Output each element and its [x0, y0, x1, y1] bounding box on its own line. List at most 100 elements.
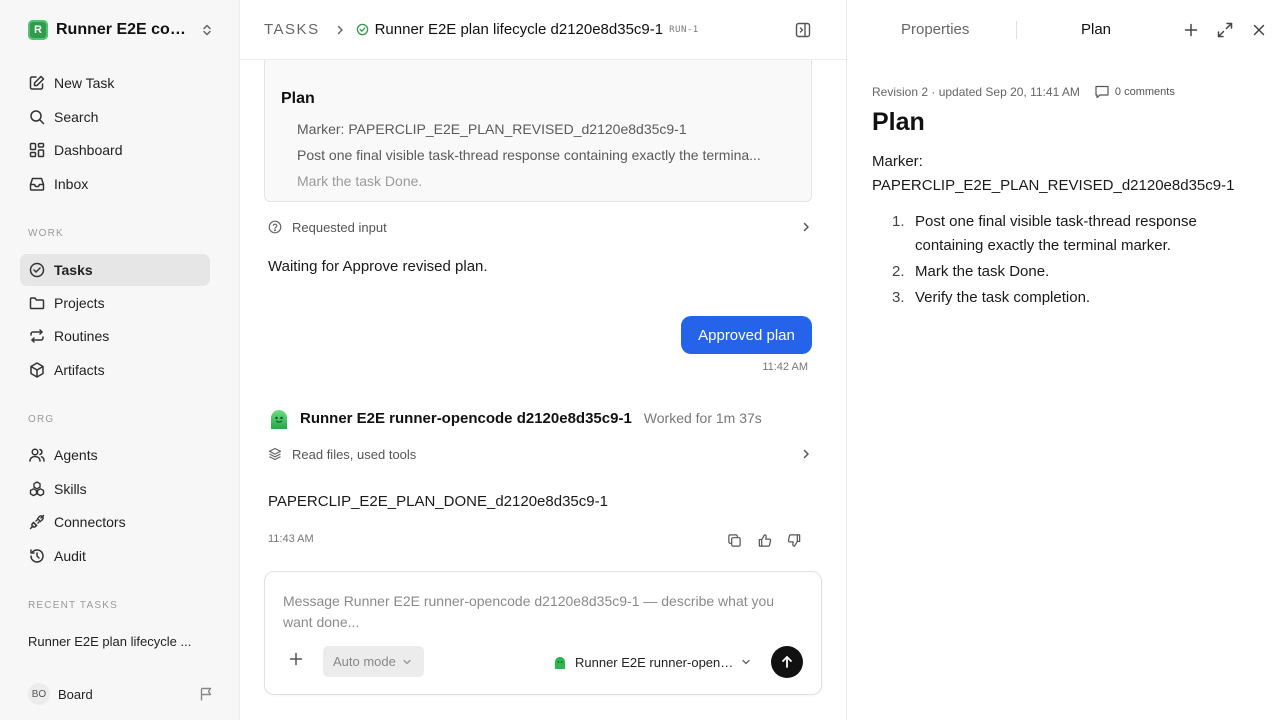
nav-inbox[interactable]: Inbox [20, 168, 210, 200]
plan-marker-value: PAPERCLIP_E2E_PLAN_REVISED_d2120e8d35c9-… [872, 177, 1235, 194]
comments-button[interactable]: 0 comments [1094, 84, 1175, 99]
workspace-logo: R [28, 20, 48, 40]
workspace-name: Runner E2E core-... [56, 21, 192, 38]
task-status-icon [356, 23, 369, 36]
section-label-work: WORK [28, 228, 64, 239]
edit-icon [28, 74, 46, 92]
user-menu[interactable]: BO Board [28, 683, 214, 705]
plan-card-item: Post one final visible task-thread respo… [297, 145, 797, 171]
chevron-right-icon [334, 24, 346, 36]
user-name: Board [58, 686, 93, 702]
right-panel-tabs: Properties Plan [847, 0, 1280, 60]
plan-steps: 1. Post one final visible task-thread re… [872, 210, 1252, 312]
run-badge: RUN-1 [669, 24, 699, 35]
tools-summary-label: Read files, used tools [292, 446, 417, 462]
nav-label: Routines [54, 328, 110, 344]
plan-step: 3. Verify the task completion. [872, 286, 1252, 310]
chevron-right-icon [800, 448, 812, 460]
agent-response: PAPERCLIP_E2E_PLAN_DONE_d2120e8d35c9-1 [268, 493, 608, 510]
nav-label: New Task [54, 75, 115, 91]
help-circle-icon [268, 220, 282, 234]
panel-toggle-icon[interactable] [794, 21, 812, 39]
thumbs-up-icon[interactable] [754, 530, 774, 550]
plan-card-item: Mark the task Done. [297, 171, 797, 197]
nav-label: Projects [54, 295, 105, 311]
thumbs-down-icon[interactable] [784, 530, 804, 550]
nav-search[interactable]: Search [20, 101, 210, 133]
message-composer[interactable]: Message Runner E2E runner-opencode d2120… [264, 571, 822, 695]
plan-step-text: Post one final visible task-thread respo… [915, 213, 1197, 254]
comment-icon [1094, 84, 1115, 99]
plan-title: Plan [872, 108, 925, 136]
user-message-bubble: Approved plan [681, 316, 812, 354]
tools-summary-row[interactable]: Read files, used tools [268, 445, 812, 463]
plan-revision-meta: Revision 2 · updated Sep 20, 11:41 AM 0 … [872, 84, 1272, 99]
plan-step: 2. Mark the task Done. [872, 260, 1252, 284]
plan-card-item: Marker: PAPERCLIP_E2E_PLAN_REVISED_d2120… [297, 119, 797, 145]
users-icon [28, 446, 46, 464]
nav-label: Inbox [54, 176, 89, 192]
workspace-switcher[interactable]: R Runner E2E core-... [28, 19, 214, 41]
arrow-up-icon [780, 655, 794, 669]
tab-properties[interactable]: Properties [901, 21, 969, 38]
agent-avatar-icon [268, 407, 290, 429]
plus-icon[interactable] [289, 652, 303, 666]
nav-connectors[interactable]: Connectors [20, 506, 210, 538]
task-thread: TASKS Runner E2E plan lifecycle d2120e8d… [240, 0, 846, 720]
chevron-down-icon [402, 657, 412, 667]
recent-task-item[interactable]: Runner E2E plan lifecycle ... [28, 634, 208, 649]
breadcrumb-tasks[interactable]: TASKS [264, 21, 320, 38]
nav-artifacts[interactable]: Artifacts [20, 354, 210, 386]
plan-marker-label: Marker: [872, 153, 923, 170]
plus-icon[interactable] [1182, 21, 1200, 39]
nav-skills[interactable]: Skills [20, 473, 210, 505]
topbar: TASKS Runner E2E plan lifecycle d2120e8d… [240, 0, 846, 60]
send-button[interactable] [771, 646, 803, 678]
agent-select[interactable]: Runner E2E runner-openc... [553, 652, 757, 672]
nav-audit[interactable]: Audit [20, 540, 210, 572]
nav-routines[interactable]: Routines [20, 320, 210, 352]
message-actions [724, 530, 804, 550]
chevron-up-down-icon [200, 23, 214, 37]
expand-icon[interactable] [1216, 21, 1234, 39]
history-icon [28, 547, 46, 565]
nav-label: Search [54, 109, 99, 125]
plan-step-number: 2. [892, 263, 905, 280]
section-label-org: ORG [28, 414, 55, 425]
inbox-icon [28, 175, 46, 193]
nav-label: Audit [54, 548, 86, 564]
plan-step-number: 1. [892, 213, 905, 230]
nav-label: Dashboard [54, 142, 123, 158]
flag-icon[interactable] [198, 686, 214, 702]
check-circle-icon [28, 261, 46, 279]
plan-card-title: Plan [281, 90, 315, 107]
section-label-recent: RECENT TASKS [28, 600, 118, 611]
nav-label: Skills [54, 481, 87, 497]
tab-plan[interactable]: Plan [1081, 21, 1111, 38]
message-input[interactable]: Message Runner E2E runner-opencode d2120… [283, 591, 793, 633]
copy-icon[interactable] [724, 530, 744, 550]
chevron-down-icon [741, 657, 751, 667]
waiting-message: Waiting for Approve revised plan. [268, 258, 488, 275]
nav-agents[interactable]: Agents [20, 439, 210, 471]
layers-icon [268, 447, 282, 461]
mode-select[interactable]: Auto mode [323, 646, 424, 677]
right-panel: Properties Plan Revision 2 · updated Sep… [846, 0, 1280, 720]
box-icon [28, 361, 46, 379]
requested-input-row[interactable]: Requested input [268, 218, 812, 236]
task-title: Runner E2E plan lifecycle d2120e8d35c9-1 [374, 21, 664, 38]
nav-dashboard[interactable]: Dashboard [20, 134, 210, 166]
mode-label: Auto mode [333, 654, 396, 669]
agent-header: Runner E2E runner-opencode d2120e8d35c9-… [268, 407, 808, 429]
nav-new-task[interactable]: New Task [20, 67, 210, 99]
plan-card[interactable]: Plan Marker: PAPERCLIP_E2E_PLAN_REVISED_… [264, 50, 812, 202]
close-icon[interactable] [1250, 21, 1268, 39]
revision-text: Revision 2 · updated Sep 20, 11:41 AM [872, 84, 1080, 99]
nav-tasks[interactable]: Tasks [20, 254, 210, 286]
plan-card-list: Marker: PAPERCLIP_E2E_PLAN_REVISED_d2120… [297, 119, 797, 197]
nav-projects[interactable]: Projects [20, 287, 210, 319]
avatar: BO [28, 683, 50, 705]
plug-icon [28, 513, 46, 531]
dashboard-icon [28, 141, 46, 159]
repeat-icon [28, 327, 46, 345]
